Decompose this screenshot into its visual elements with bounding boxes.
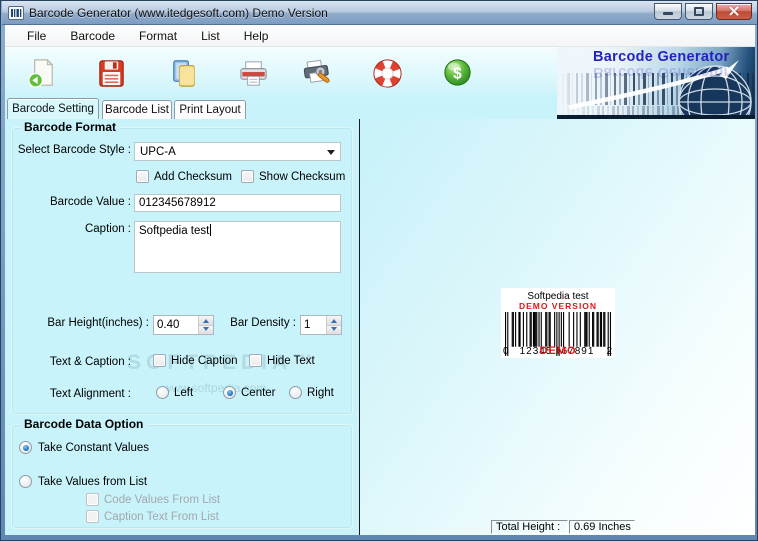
logo-title-reflection: Barcode Generator [593, 64, 730, 80]
barcode-data-option-group-title: Barcode Data Option [20, 417, 148, 431]
barcode-format-group-title: Barcode Format [20, 120, 121, 134]
title-bar[interactable]: Barcode Generator (www.itedgesoft.com) D… [2, 1, 757, 25]
tab-bar: Barcode Setting Barcode List Print Layou… [5, 98, 557, 119]
text-alignment-label: Text Alignment : [49, 388, 131, 400]
caption-text-from-list-label: Caption Text From List [104, 511, 219, 523]
show-checksum-checkbox[interactable] [241, 170, 254, 183]
add-checksum-checkbox[interactable] [136, 170, 149, 183]
barcode-preview: Softpedia test DEMO VERSION 0 12345 6789… [501, 288, 615, 358]
barcode-value-input[interactable] [134, 194, 341, 212]
app-icon [8, 5, 24, 20]
minimize-button[interactable] [654, 2, 682, 20]
hide-text-label: Hide Text [267, 355, 315, 367]
digit-group: 2 [606, 346, 613, 357]
copy-button[interactable] [163, 53, 203, 93]
menu-file[interactable]: File [15, 27, 58, 45]
bar-density-stepper[interactable] [300, 315, 342, 335]
code-values-from-list-label: Code Values From List [104, 494, 221, 506]
barcode-style-value: UPC-A [140, 145, 176, 158]
menu-barcode[interactable]: Barcode [58, 27, 127, 45]
copy-icon [172, 59, 195, 87]
purchase-button[interactable]: $ [437, 53, 477, 93]
maximize-icon [694, 6, 704, 16]
tab-barcode-setting[interactable]: Barcode Setting [7, 98, 99, 119]
total-height-label: Total Height : [496, 521, 561, 533]
save-icon [98, 59, 124, 87]
close-icon [728, 5, 740, 17]
code-values-from-list-checkbox [86, 493, 99, 506]
save-button[interactable] [91, 53, 131, 93]
menu-bar: File Barcode Format List Help [5, 25, 755, 47]
new-document-button[interactable] [21, 53, 61, 93]
total-height-label-panel: Total Height : [491, 520, 568, 534]
demo-overlay: DEMO [539, 345, 577, 357]
take-constant-values-radio[interactable] [19, 441, 32, 454]
text-cursor [210, 224, 212, 236]
caption-textarea[interactable]: Softpedia test [134, 221, 341, 273]
print-setup-button[interactable] [297, 53, 337, 93]
barcode-style-dropdown[interactable]: UPC-A [134, 142, 341, 161]
window-controls [654, 2, 752, 20]
bar-height-input[interactable] [154, 316, 198, 334]
text-caption-label: Text & Caption : [49, 356, 131, 368]
chevron-down-icon [327, 149, 335, 159]
align-left-label: Left [174, 387, 194, 399]
barcode-digits: 0 12345 67891 2 DEMO [501, 345, 615, 358]
menu-format[interactable]: Format [127, 27, 189, 45]
print-button[interactable] [233, 53, 273, 93]
menu-list[interactable]: List [189, 27, 232, 45]
client-area: File Barcode Format List Help $ Barcode … [5, 25, 755, 535]
caption-text-from-list-checkbox [86, 510, 99, 523]
spin-down-icon[interactable] [327, 325, 341, 334]
total-height-value: 0.69 Inches [574, 521, 631, 533]
align-right-label: Right [307, 387, 334, 399]
print-setup-icon [303, 59, 330, 83]
bar-density-input[interactable] [301, 316, 326, 334]
digit-group: 0 [503, 346, 510, 357]
purchase-icon: $ [443, 58, 471, 86]
select-style-label: Select Barcode Style : [17, 144, 131, 156]
take-values-from-list-label: Take Values from List [38, 476, 148, 488]
add-checksum-label: Add Checksum [154, 171, 232, 183]
take-values-from-list-radio[interactable] [19, 475, 32, 488]
help-icon [372, 58, 402, 88]
window-title: Barcode Generator (www.itedgesoft.com) D… [29, 5, 328, 20]
svg-text:$: $ [453, 65, 462, 82]
align-center-label: Center [241, 387, 276, 399]
print-icon [239, 60, 267, 86]
menu-help[interactable]: Help [232, 27, 281, 45]
show-checksum-label: Show Checksum [259, 171, 346, 183]
align-center-radio[interactable] [223, 386, 236, 399]
bar-density-spin-buttons [326, 316, 341, 334]
demo-version-banner: DEMO VERSION [518, 301, 598, 311]
close-button[interactable] [716, 2, 752, 20]
new-document-icon [27, 58, 53, 88]
help-button[interactable] [367, 53, 407, 93]
hide-caption-checkbox[interactable] [153, 354, 166, 367]
bar-density-label: Bar Density : [230, 317, 296, 329]
minimize-icon [663, 12, 673, 15]
bar-height-label: Bar Height(inches) : [47, 317, 149, 329]
hide-text-checkbox[interactable] [249, 354, 262, 367]
hide-caption-label: Hide Caption [171, 355, 238, 367]
caption-label: Caption : [84, 223, 131, 235]
logo-title: Barcode Generator [593, 49, 730, 65]
tab-print-layout[interactable]: Print Layout [174, 100, 246, 119]
spin-up-icon[interactable] [327, 316, 341, 326]
tab-barcode-list[interactable]: Barcode List [102, 100, 172, 119]
preview-panel: Softpedia test DEMO VERSION 0 12345 6789… [360, 119, 755, 535]
maximize-button[interactable] [685, 2, 713, 20]
caption-text: Softpedia test [139, 225, 210, 237]
align-left-radio[interactable] [156, 386, 169, 399]
barcode-value-label: Barcode Value : [50, 196, 131, 208]
main-area: SOFTPEDIA™ www.softpedia.com Barcode For… [5, 119, 755, 535]
app-window: Barcode Generator (www.itedgesoft.com) D… [0, 0, 758, 541]
align-right-radio[interactable] [289, 386, 302, 399]
total-height-value-panel: 0.69 Inches [569, 520, 635, 534]
take-constant-values-label: Take Constant Values [38, 442, 150, 454]
logo-banner: Barcode Generator Barcode Generator [557, 47, 755, 119]
